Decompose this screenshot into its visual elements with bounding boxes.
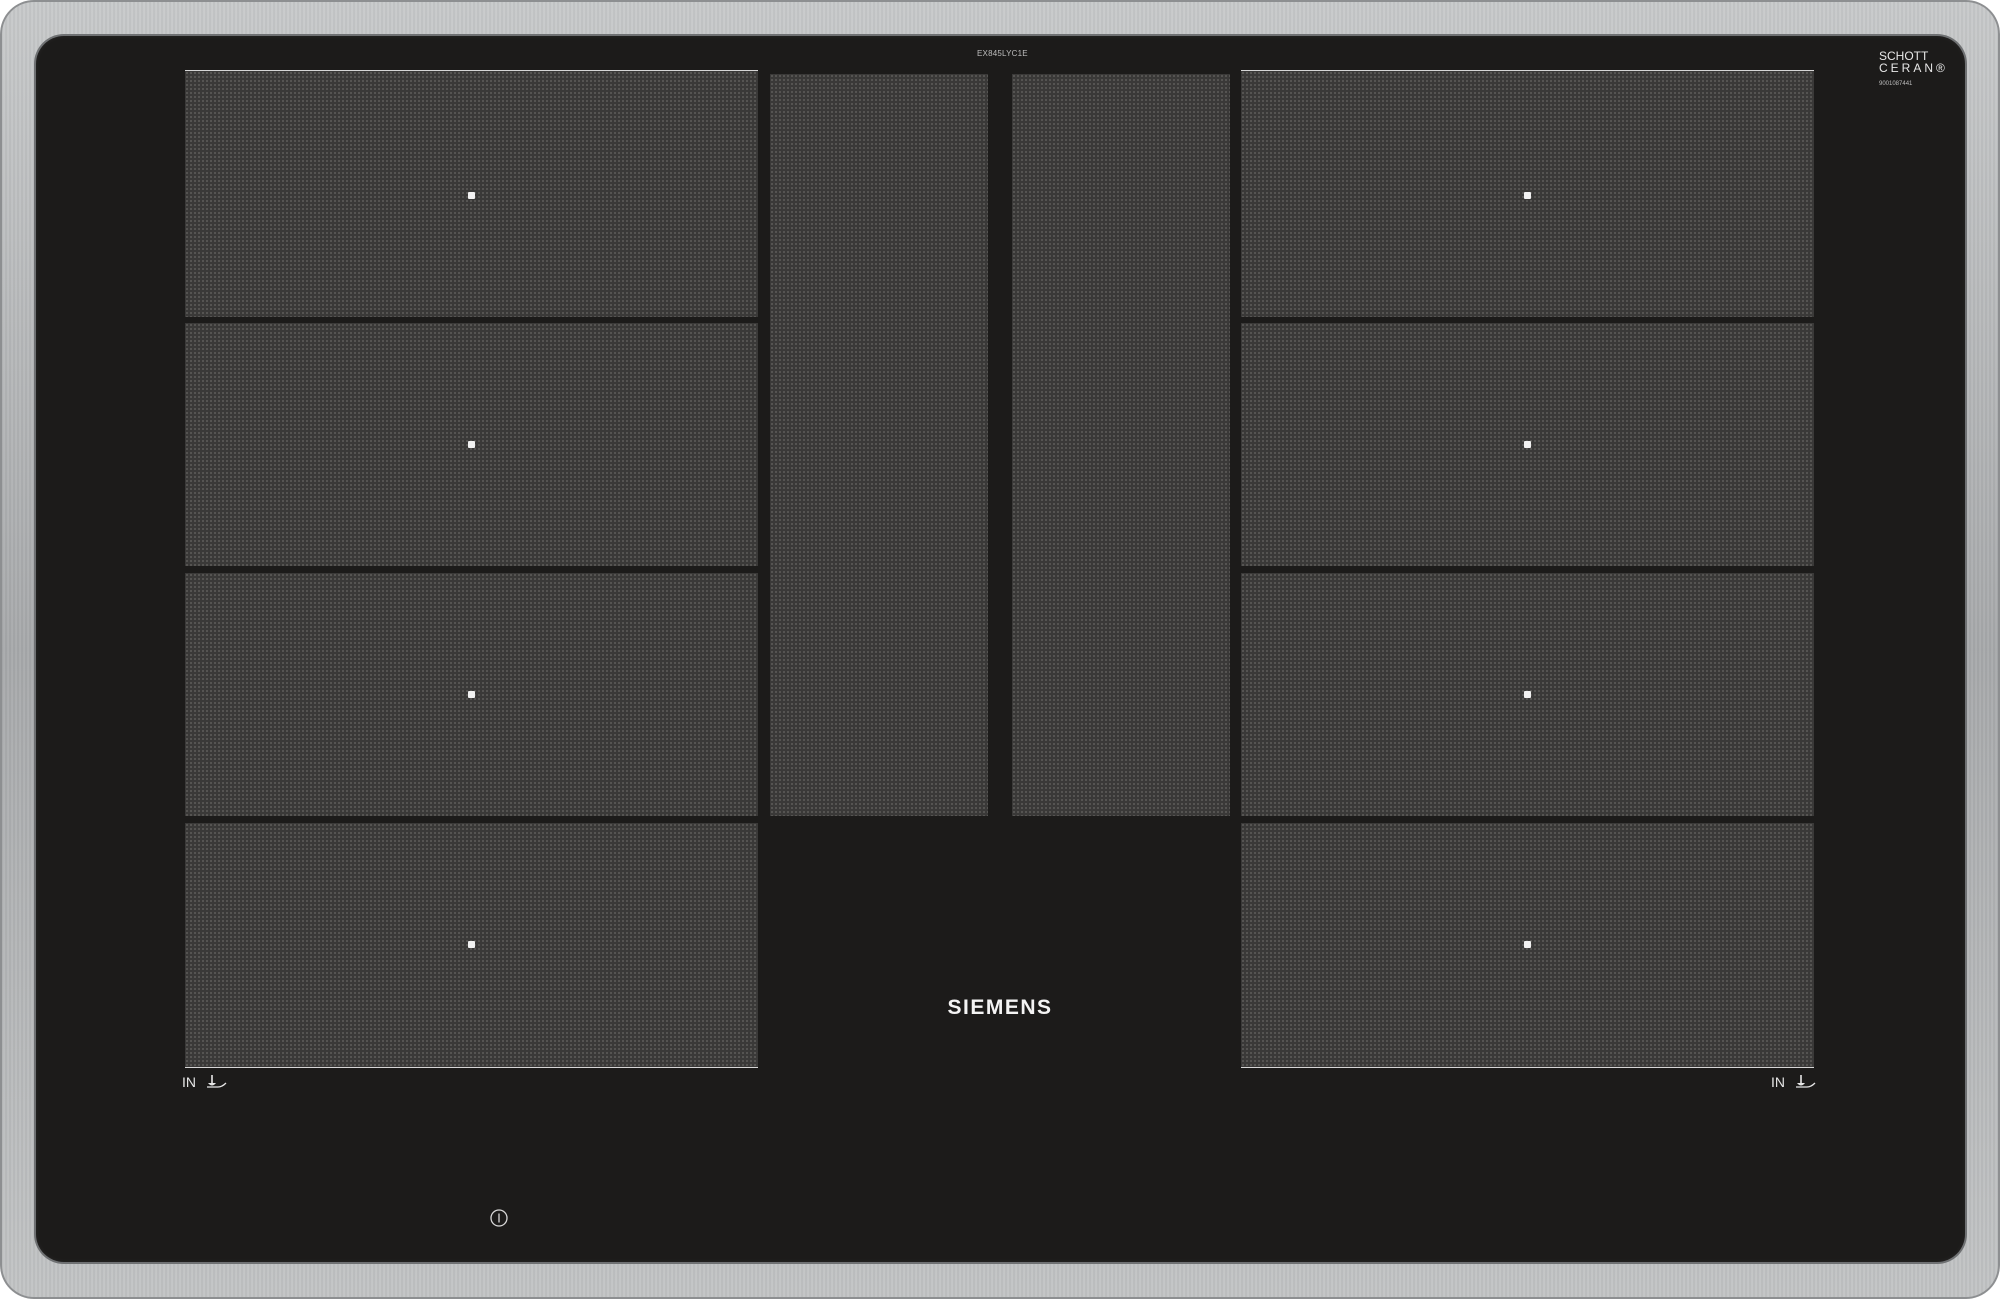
zone-center-marker xyxy=(468,941,475,948)
zone-center-marker xyxy=(468,192,475,199)
model-number: EX845LYC1E xyxy=(977,49,1028,58)
zone-center-marker xyxy=(468,441,475,448)
serial-number: 9001087441 xyxy=(1879,81,1913,87)
right-induction-label: IN xyxy=(1771,1074,1785,1090)
center-zone-left[interactable] xyxy=(770,74,988,816)
info-icon[interactable] xyxy=(489,1208,509,1228)
brand-logo: SIEMENS xyxy=(947,996,1053,1019)
zone-center-marker xyxy=(1524,192,1531,199)
zone-center-marker xyxy=(1524,691,1531,698)
glass-logo: SCHOTT CERAN® xyxy=(1879,50,1948,75)
center-zone-right[interactable] xyxy=(1012,74,1230,816)
zone-center-marker xyxy=(1524,941,1531,948)
left-induction-label: IN xyxy=(182,1074,196,1090)
cookware-icon xyxy=(1796,1075,1816,1088)
cookware-icon xyxy=(207,1075,227,1088)
zone-center-marker xyxy=(1524,441,1531,448)
glass-logo-line2: CERAN® xyxy=(1879,61,1948,75)
zone-center-marker xyxy=(468,691,475,698)
